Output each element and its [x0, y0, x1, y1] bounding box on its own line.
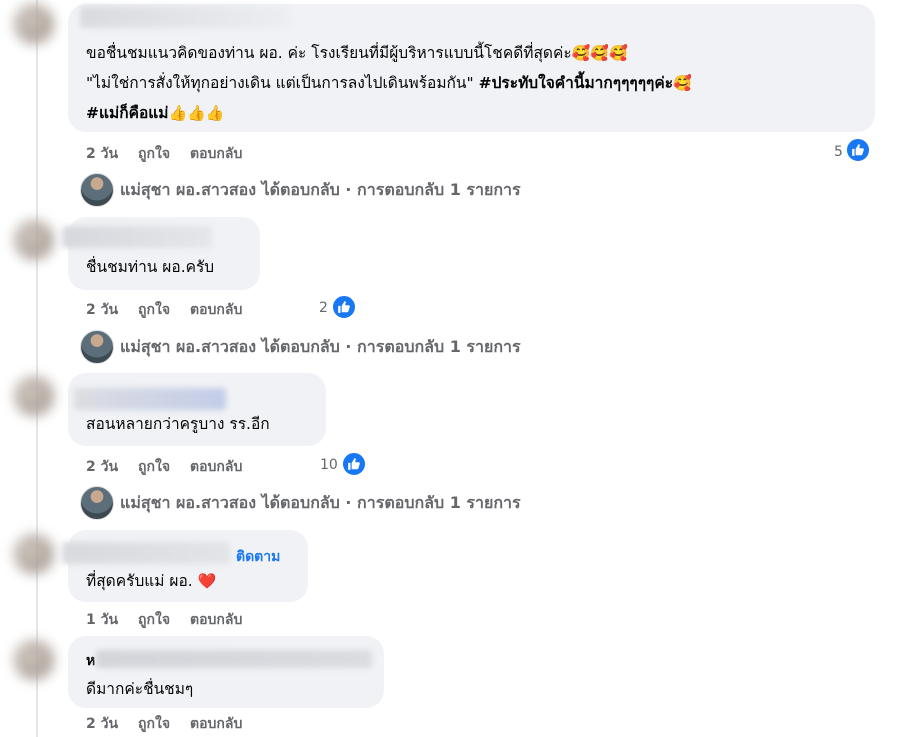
thumbs-up-emoji-icon: 👍👍👍 — [168, 104, 225, 122]
smiling-hearts-emoji-icon: 🥰🥰🥰 — [571, 44, 628, 62]
commenter-name-blurred[interactable] — [96, 650, 372, 668]
commenter-name-initial[interactable]: ห — [86, 648, 95, 674]
commenter-name-blurred[interactable] — [74, 388, 226, 410]
reply-button[interactable]: ตอบกลับ — [190, 299, 242, 321]
reply-button[interactable]: ตอบกลับ — [190, 713, 242, 735]
comment-text-line: ที่สุดครับแม่ ผอ. ❤️ — [86, 568, 216, 594]
replier-avatar — [80, 173, 114, 207]
reply-summary-text: แม่สุชา ผอ.สาวสอง ได้ตอบกลับ · การตอบกลั… — [120, 492, 521, 512]
smiling-hearts-emoji-icon: 🥰 — [673, 74, 692, 92]
reply-button[interactable]: ตอบกลับ — [190, 456, 242, 478]
like-count[interactable]: 2 — [319, 300, 328, 316]
view-replies-link[interactable]: แม่สุชา ผอ.สาวสอง ได้ตอบกลับ · การตอบกลั… — [80, 486, 521, 520]
comment-text-line: ดีมากค่ะชื่นชมๆ — [86, 680, 194, 698]
comment-actions: 2 วัน ถูกใจ ตอบกลับ — [86, 143, 262, 165]
commenter-name-blurred[interactable] — [80, 6, 290, 28]
like-count[interactable]: 10 — [320, 457, 338, 473]
view-replies-link[interactable]: แม่สุชา ผอ.สาวสอง ได้ตอบกลับ · การตอบกลั… — [80, 173, 521, 207]
commenter-name-blurred[interactable] — [62, 542, 230, 564]
like-button[interactable]: ถูกใจ — [138, 456, 170, 478]
reply-button[interactable]: ตอบกลับ — [190, 143, 242, 165]
like-button[interactable]: ถูกใจ — [138, 299, 170, 321]
commenter-avatar[interactable] — [14, 220, 54, 260]
hashtag-link[interactable]: #ประทับใจคำนี้มากๆๆๆๆๆค่ะ — [479, 74, 673, 92]
replier-avatar — [80, 330, 114, 364]
comment-text-line: ชื่นชมท่าน ผอ.ครับ — [86, 258, 215, 276]
commenter-name-blurred[interactable] — [62, 226, 212, 248]
reply-button[interactable]: ตอบกลับ — [190, 609, 242, 631]
like-reaction-icon[interactable] — [845, 137, 871, 163]
comment-time[interactable]: 2 วัน — [86, 299, 118, 321]
commenter-avatar[interactable] — [14, 4, 54, 44]
comment-time[interactable]: 2 วัน — [86, 143, 118, 165]
comment-text-line: "ไม่ใช่การสั่งให้ทุกอย่างเดิน แต่เป็นการ… — [86, 70, 692, 96]
comment-actions: 2 วัน ถูกใจ ตอบกลับ — [86, 299, 262, 321]
like-reaction-icon[interactable] — [331, 294, 357, 320]
comment-actions: 1 วัน ถูกใจ ตอบกลับ — [86, 609, 262, 631]
reply-summary-text: แม่สุชา ผอ.สาวสอง ได้ตอบกลับ · การตอบกลั… — [120, 179, 521, 199]
comment-time[interactable]: 1 วัน — [86, 609, 118, 631]
hashtag-link[interactable]: #แม่ก็คือแม่ — [86, 104, 168, 122]
comment-time[interactable]: 2 วัน — [86, 456, 118, 478]
comment-text-line: ขอชื่นชมแนวคิดของท่าน ผอ. ค่ะ โรงเรียนที… — [86, 40, 628, 66]
comment-time[interactable]: 2 วัน — [86, 713, 118, 735]
red-heart-emoji-icon: ❤️ — [197, 572, 217, 590]
like-reaction-icon[interactable] — [341, 451, 367, 477]
like-button[interactable]: ถูกใจ — [138, 713, 170, 735]
commenter-avatar[interactable] — [14, 534, 54, 574]
like-button[interactable]: ถูกใจ — [138, 143, 170, 165]
comment-text-line: #แม่ก็คือแม่👍👍👍 — [86, 100, 225, 126]
follow-button[interactable]: ติดตาม — [236, 546, 280, 568]
replier-avatar — [80, 486, 114, 520]
commenter-avatar[interactable] — [14, 640, 54, 680]
reply-summary-text: แม่สุชา ผอ.สาวสอง ได้ตอบกลับ · การตอบกลั… — [120, 336, 521, 356]
commenter-avatar[interactable] — [14, 376, 54, 416]
thread-line — [36, 0, 38, 737]
view-replies-link[interactable]: แม่สุชา ผอ.สาวสอง ได้ตอบกลับ · การตอบกลั… — [80, 330, 521, 364]
comment-actions: 2 วัน ถูกใจ ตอบกลับ — [86, 713, 262, 735]
like-count[interactable]: 5 — [834, 144, 843, 160]
comment-text-line: สอนหลายกว่าครูบาง รร.อีก — [86, 415, 270, 433]
like-button[interactable]: ถูกใจ — [138, 609, 170, 631]
comment-actions: 2 วัน ถูกใจ ตอบกลับ — [86, 456, 262, 478]
